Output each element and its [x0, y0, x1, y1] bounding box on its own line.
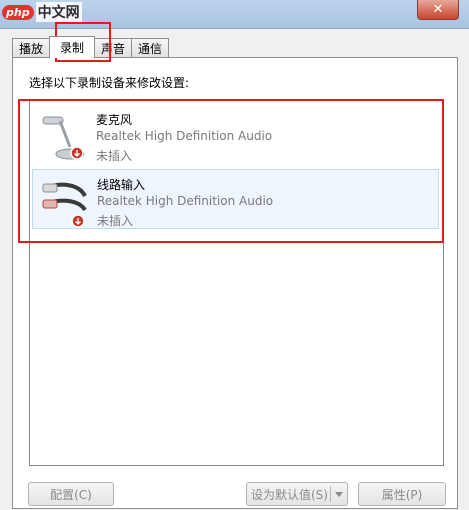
- instruction-text: 选择以下录制设备来修改设置:: [29, 76, 190, 90]
- watermark-logo: php: [2, 4, 34, 20]
- properties-button[interactable]: 属性(P): [358, 482, 446, 506]
- tab-label: 通信: [138, 41, 163, 56]
- configure-button[interactable]: 配置(C): [28, 482, 114, 506]
- tab-recording[interactable]: 录制: [49, 36, 96, 58]
- set-default-label: 设为默认值(S): [251, 487, 328, 502]
- watermark-text: 中文网: [35, 2, 82, 22]
- tab-playback[interactable]: 播放: [12, 38, 51, 57]
- close-button[interactable]: ✕: [417, 0, 459, 20]
- tab-strip: 播放 录制 声音 通信: [12, 36, 170, 58]
- highlight-box-device-list: [18, 99, 444, 243]
- tab-label: 播放: [19, 41, 44, 56]
- chevron-down-icon[interactable]: [335, 492, 343, 497]
- tab-label: 录制: [60, 41, 85, 55]
- watermark: php 中文网: [2, 1, 82, 23]
- tab-communications[interactable]: 通信: [131, 38, 170, 57]
- set-default-button[interactable]: 设为默认值(S): [246, 482, 348, 506]
- close-icon: ✕: [432, 2, 444, 17]
- dropdown-divider: [330, 486, 331, 502]
